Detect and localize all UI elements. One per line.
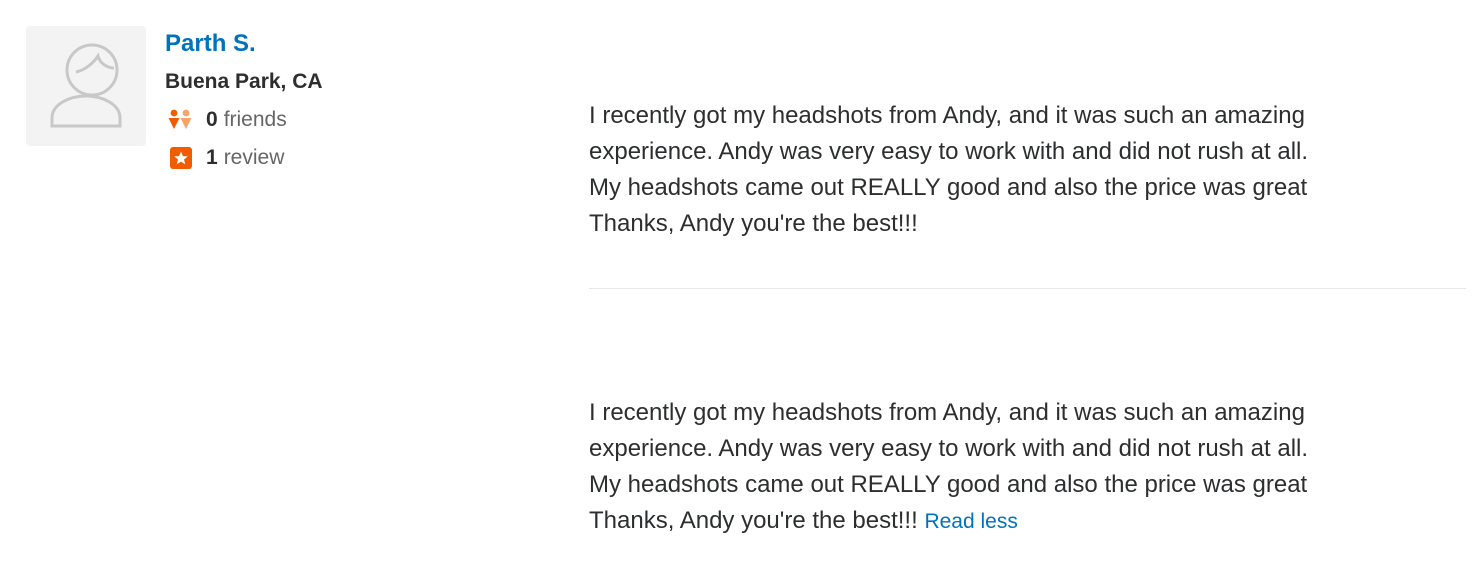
friends-stat: 0 friends	[166, 107, 287, 133]
review-star-icon	[166, 146, 194, 170]
review-last-line: Thanks, Andy you're the best!!! Read les…	[589, 503, 1459, 540]
user-name-link[interactable]: Parth S.	[165, 30, 256, 58]
review-line: experience. Andy was very easy to work w…	[589, 435, 1309, 462]
review-text-expanded: I recently got my headshots from Andy, a…	[589, 395, 1459, 540]
review-line: My headshots came out REALLY good and al…	[589, 174, 1308, 201]
friends-count: 0	[206, 108, 218, 131]
review-line: My headshots came out REALLY good and al…	[589, 471, 1308, 498]
reviews-label: review	[223, 146, 285, 169]
default-user-avatar-icon	[50, 43, 122, 128]
friends-icon	[166, 108, 194, 132]
user-location: Buena Park, CA	[165, 70, 323, 93]
reviews-count: 1	[206, 146, 218, 169]
review-line: Thanks, Andy you're the best!!!	[589, 507, 918, 534]
review-text-collapsed: I recently got my headshots from Andy, a…	[589, 98, 1459, 242]
review-line: I recently got my headshots from Andy, a…	[589, 102, 1305, 129]
review-line: Thanks, Andy you're the best!!!	[589, 210, 918, 237]
review-line: I recently got my headshots from Andy, a…	[589, 399, 1305, 426]
user-avatar[interactable]	[26, 26, 146, 146]
reviews-stat: 1 review	[166, 145, 284, 171]
friends-label: friends	[223, 108, 287, 131]
read-less-link[interactable]: Read less	[924, 510, 1017, 533]
review-line: experience. Andy was very easy to work w…	[589, 138, 1309, 165]
review-divider	[589, 288, 1466, 289]
